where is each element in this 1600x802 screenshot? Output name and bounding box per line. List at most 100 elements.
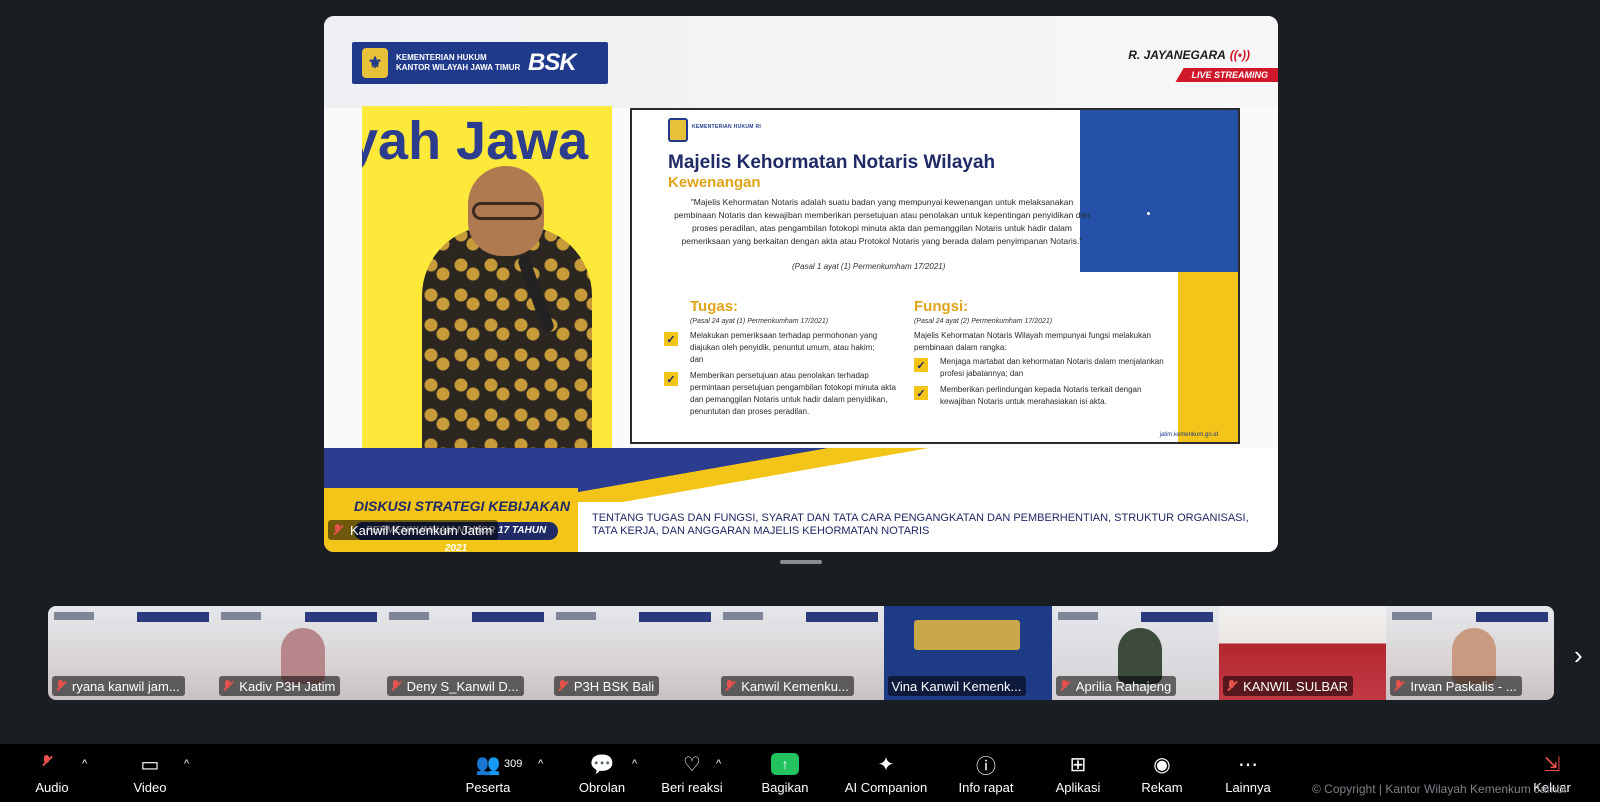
participant-tile[interactable]: ryana kanwil jam... <box>48 606 216 700</box>
ellipsis-icon: ⋯ <box>1238 753 1258 776</box>
people-icon: 👥 <box>475 753 501 776</box>
fungsi-title: Fungsi: <box>914 298 969 315</box>
video-options-caret-icon[interactable]: ^ <box>184 758 189 770</box>
tugas-ref: (Pasal 24 ayat (1) Permenkumham 17/2021) <box>690 318 829 325</box>
participant-tile[interactable]: Kanwil Kemenku... <box>717 606 885 700</box>
host-name: R. JAYANEGARA ((•)) <box>1128 48 1250 62</box>
bsk-logo-text: BSK <box>528 49 577 76</box>
apps-button[interactable]: ⊞ Aplikasi <box>1036 752 1120 796</box>
slide-yellow-accent <box>1178 272 1238 442</box>
kemenkum-logo: ⚜ KEMENTERIAN HUKUM KANTOR WILAYAH JAWA … <box>352 42 608 84</box>
emblem-icon: ⚜ <box>362 48 388 78</box>
chat-caret-icon[interactable]: ^ <box>632 758 637 770</box>
mic-muted-icon <box>557 680 569 692</box>
slide-quote: "Majelis Kehormatan Notaris adalah suatu… <box>674 197 1090 246</box>
diskusi-title: DISKUSI STRATEGI KEBIJAKAN <box>354 498 570 514</box>
stream-caption: TENTANG TUGAS DAN FUNGSI, SYARAT DAN TAT… <box>592 512 1249 537</box>
ai-companion-button[interactable]: ✦ AI Companion <box>844 752 928 796</box>
speaker-glasses <box>472 202 542 220</box>
participant-tile[interactable]: Deny S_Kanwil D... <box>382 606 550 700</box>
reactions-caret-icon[interactable]: ^ <box>716 758 721 770</box>
participant-tile[interactable]: Vina Kanwil Kemenk... <box>884 606 1052 700</box>
fungsi-ref: (Pasal 24 ayat (2) Permenkumham 17/2021) <box>914 318 1053 325</box>
participant-name: Deny S_Kanwil D... <box>386 676 524 696</box>
fungsi-item-2: Memberikan perlindungan kepada Notaris t… <box>940 385 1142 406</box>
video-camera-icon: ▭ <box>140 753 160 776</box>
meeting-info-button[interactable]: ⓘ Info rapat <box>944 752 1028 796</box>
participant-name: Irwan Paskalis - ... <box>1390 676 1522 696</box>
share-screen-icon: ↑ <box>771 753 799 775</box>
shared-graphic <box>914 620 1021 650</box>
mic-muted-icon <box>724 680 736 692</box>
mic-muted-icon <box>55 680 67 692</box>
fungsi-intro: Majelis Kehormatan Notaris Wilayah mempu… <box>914 331 1151 352</box>
heart-icon: ♡ <box>683 753 701 776</box>
speaker-video: yah Jawa <box>362 106 612 451</box>
participant-tile[interactable]: Irwan Paskalis - ... <box>1386 606 1554 700</box>
mic-muted-icon <box>332 524 344 536</box>
info-icon: ⓘ <box>976 755 996 778</box>
gallery-resize-handle[interactable] <box>780 560 822 564</box>
check-icon: ✓ <box>664 372 678 386</box>
presentation-slide: KEMENTERIAN HUKUM RI Majelis Kehormatan … <box>630 108 1240 444</box>
tugas-title: Tugas: <box>690 298 739 315</box>
slide-subtitle: Kewenangan <box>668 174 761 191</box>
cursor-dot <box>1147 212 1150 215</box>
speaker-figure <box>422 226 592 451</box>
mic-muted-icon <box>1393 680 1405 692</box>
participants-caret-icon[interactable]: ^ <box>538 758 543 770</box>
more-button[interactable]: ⋯ Lainnya <box>1206 752 1290 796</box>
slide-blue-accent <box>1080 110 1238 272</box>
org-name-line1: KEMENTERIAN HUKUM <box>396 53 487 62</box>
check-icon: ✓ <box>914 386 928 400</box>
tugas-item-1: Melakukan pemeriksaan terhadap permohona… <box>690 331 878 364</box>
apps-grid-icon: ⊞ <box>1069 753 1087 776</box>
participant-count: 309 <box>504 758 523 770</box>
audio-options-caret-icon[interactable]: ^ <box>82 758 87 770</box>
chat-bubble-icon: 💬 <box>589 753 615 776</box>
live-broadcast-icon: ((•)) <box>1229 48 1250 62</box>
participant-tile[interactable]: Kadiv P3H Jatim <box>215 606 383 700</box>
main-participant-label: Kanwil Kemenkum Jatim <box>328 520 499 540</box>
slide-emblem-icon <box>668 118 688 142</box>
participant-name: KANWIL SULBAR <box>1223 676 1354 696</box>
check-icon: ✓ <box>914 358 928 372</box>
fungsi-item-1: Menjaga martabat dan kehormatan Notaris … <box>940 357 1164 378</box>
slide-org: KEMENTERIAN HUKUM RI <box>692 124 762 130</box>
participant-tile[interactable]: Aprilia Rahajeng <box>1051 606 1220 700</box>
participant-name: Kanwil Kemenku... <box>721 676 854 696</box>
org-name-line2: KANTOR WILAYAH JAWA TIMUR <box>396 63 521 72</box>
participant-name: Vina Kanwil Kemenk... <box>888 676 1027 696</box>
participant-gallery: ryana kanwil jam... Kadiv P3H Jatim Deny… <box>48 606 1554 700</box>
participant-tile[interactable]: KANWIL SULBAR <box>1219 606 1387 700</box>
slide-title: Majelis Kehormatan Notaris Wilayah <box>668 152 996 173</box>
speaker-backdrop-text: yah Jawa <box>362 111 589 171</box>
reactions-button[interactable]: ♡ Beri reaksi <box>650 752 734 796</box>
live-streaming-badge: LIVE STREAMING <box>1175 68 1278 82</box>
sparkle-icon: ✦ <box>877 753 895 776</box>
check-icon: ✓ <box>664 332 678 346</box>
record-icon: ◉ <box>1153 753 1171 776</box>
participant-name: ryana kanwil jam... <box>52 676 185 696</box>
zoom-meeting-window: ⚜ KEMENTERIAN HUKUM KANTOR WILAYAH JAWA … <box>0 0 1600 802</box>
share-button[interactable]: ↑ Bagikan <box>743 752 827 795</box>
copyright-watermark: © Copyright | Kantor Wilayah Kemenkum Ja… <box>1312 782 1567 796</box>
video-button[interactable]: ▭ Video <box>108 752 192 796</box>
mic-muted-icon <box>390 680 402 692</box>
slide-website: jatim.kemenkum.go.id <box>1159 432 1218 438</box>
main-video-stream[interactable]: ⚜ KEMENTERIAN HUKUM KANTOR WILAYAH JAWA … <box>324 16 1278 552</box>
tugas-item-2: Memberikan persetujuan atau penolakan te… <box>690 371 896 416</box>
participant-name: P3H BSK Bali <box>553 676 660 696</box>
mic-muted-icon <box>1226 680 1238 692</box>
participant-name: Kadiv P3H Jatim <box>219 676 341 696</box>
exit-door-icon: ⇲ <box>1543 753 1561 776</box>
participant-name: Aprilia Rahajeng <box>1055 676 1177 696</box>
record-button[interactable]: ◉ Rekam <box>1120 752 1204 796</box>
mic-muted-icon <box>41 752 64 776</box>
mic-muted-icon <box>1059 680 1071 692</box>
mic-muted-icon <box>222 680 234 692</box>
slide-quote-ref: (Pasal 1 ayat (1) Permenkumham 17/2021) <box>792 262 946 271</box>
chevron-right-icon[interactable]: › <box>1574 640 1583 671</box>
main-participant-name: Kanwil Kemenkum Jatim <box>350 522 493 538</box>
participant-tile[interactable]: P3H BSK Bali <box>549 606 718 700</box>
